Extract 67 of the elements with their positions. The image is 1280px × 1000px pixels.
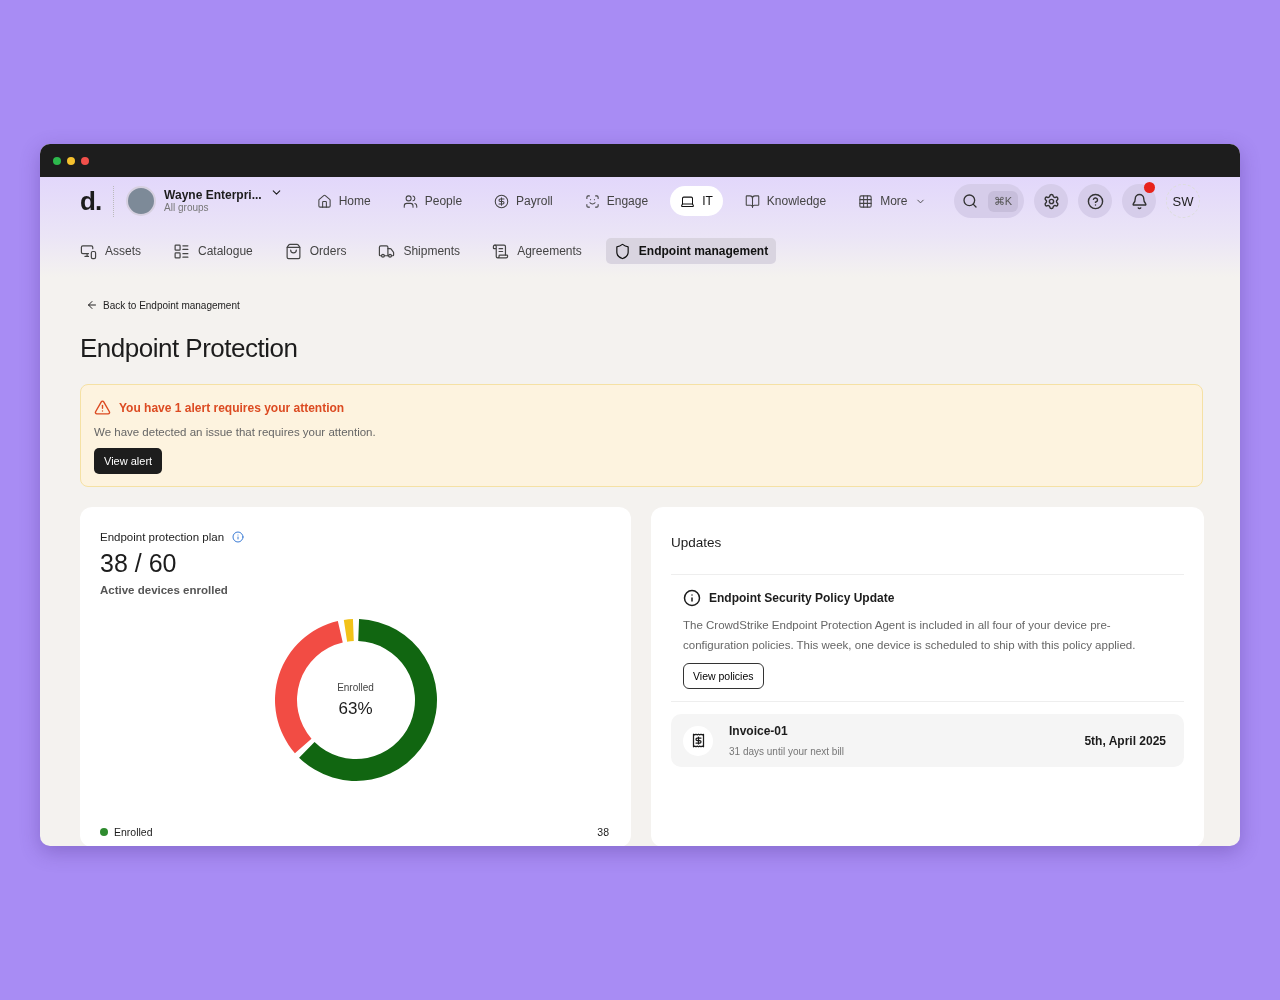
settings-icon: [1042, 192, 1060, 210]
invoice-subtitle: 31 days until your next bill: [729, 746, 845, 757]
grid-icon: [858, 193, 874, 209]
enrolled-count: 38 / 60: [100, 549, 178, 578]
arrow-left-icon: [86, 299, 98, 311]
search-button[interactable]: ⌘K: [953, 184, 1024, 218]
card-title: Endpoint protection plan: [100, 531, 225, 543]
nav-tab[interactable]: More: [848, 186, 936, 216]
bell-icon: [1130, 192, 1148, 210]
sub-nav-tab[interactable]: Catalogue: [165, 238, 261, 264]
nav-tab[interactable]: IT: [670, 186, 723, 216]
help-icon: [1086, 192, 1104, 210]
window-control[interactable]: [67, 156, 75, 165]
org-name[interactable]: Wayne Enterpri...: [164, 189, 262, 202]
document-icon: [492, 242, 510, 260]
sub-nav-tab[interactable]: Agreements: [484, 238, 590, 264]
laptop-icon: [680, 193, 696, 209]
face-scan-icon: [584, 193, 600, 209]
notice-title: Endpoint Security Policy Update: [709, 591, 895, 605]
search-icon: [961, 193, 978, 209]
org-avatar: [126, 186, 157, 216]
people-icon: [402, 193, 418, 209]
receipt-icon: [683, 725, 713, 756]
settings-button[interactable]: [1034, 184, 1068, 218]
truck-icon: [378, 242, 396, 260]
logo[interactable]: d.: [80, 185, 115, 217]
devices-icon: [80, 242, 97, 260]
shield-icon: [613, 242, 631, 260]
sub-nav-tab[interactable]: Assets: [72, 238, 149, 264]
card-title: Updates: [671, 534, 723, 550]
nav-tab[interactable]: People: [392, 186, 473, 216]
page-title: Endpoint Protection: [80, 333, 299, 364]
notifications-button[interactable]: [1122, 184, 1156, 218]
book-icon: [744, 193, 760, 209]
donut-label: Enrolled: [337, 681, 374, 693]
invoice-name: Invoice-01: [729, 724, 789, 738]
view-alert-button[interactable]: View alert: [94, 448, 163, 474]
window-control[interactable]: [53, 156, 61, 165]
nav-tab[interactable]: Engage: [574, 186, 659, 216]
back-link[interactable]: Back to Endpoint management: [86, 299, 240, 311]
sub-nav-tab[interactable]: Orders: [276, 238, 355, 264]
alert-title: You have 1 alert requires your attention: [119, 400, 345, 415]
help-button[interactable]: [1078, 184, 1112, 218]
nav-tab[interactable]: Payroll: [484, 186, 563, 216]
card-caption: Active devices enrolled: [100, 584, 229, 596]
shortcut-hint: ⌘K: [987, 190, 1018, 212]
info-icon[interactable]: [232, 531, 245, 543]
org-subtitle: All groups: [164, 202, 210, 213]
invoice-row[interactable]: Invoice-01 31 days until your next bill 5th, April 2025: [671, 714, 1184, 767]
dollar-icon: [494, 193, 510, 209]
invoice-date: 5th, April 2025: [1084, 733, 1166, 748]
bag-icon: [284, 242, 302, 260]
legend-label: Enrolled: [114, 826, 153, 838]
view-policies-button[interactable]: View policies: [683, 663, 764, 689]
sub-nav-tab[interactable]: Shipments: [370, 238, 469, 264]
warning-icon: [94, 399, 111, 416]
donut-value: 63%: [338, 698, 373, 719]
notice-text: The CrowdStrike Endpoint Protection Agent is included in all four of your device pre-configuration policies. This week, one device is scheduled to ship with this policy applied.: [683, 618, 1137, 653]
info-icon: [683, 589, 701, 607]
legend-value: 38: [597, 826, 609, 838]
nav-tab[interactable]: Knowledge: [734, 186, 837, 216]
sub-nav-tab[interactable]: Endpoint management: [605, 238, 777, 264]
nav-tab[interactable]: Home: [306, 186, 381, 216]
window-control[interactable]: [81, 156, 89, 165]
alert-text: We have detected an issue that requires your attention.: [94, 426, 377, 438]
list-icon: [173, 242, 190, 260]
home-icon: [316, 193, 332, 209]
